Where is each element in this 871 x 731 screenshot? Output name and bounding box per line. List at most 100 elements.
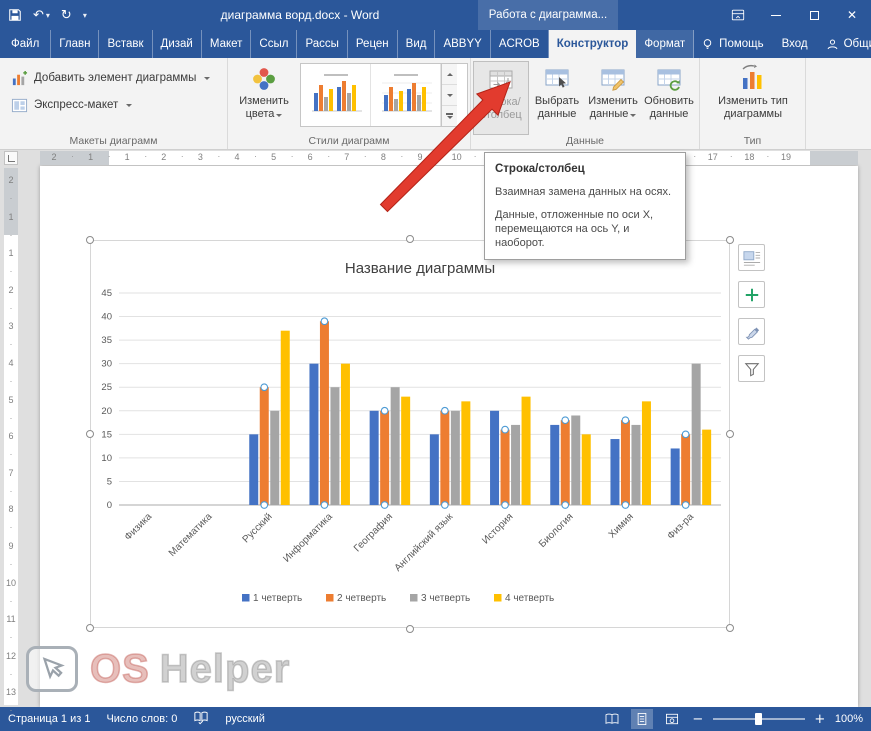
watermark-logo-box bbox=[26, 646, 78, 692]
select-data-label-1: Выбрать bbox=[535, 95, 579, 108]
tab-insert[interactable]: Вставк bbox=[99, 30, 152, 58]
app-window: ↶▾ ↻ ▾ диаграмма ворд.docx - Word Работа… bbox=[0, 0, 871, 731]
group-label-chart-layouts: Макеты диаграмм bbox=[0, 135, 227, 147]
svg-text:География: География bbox=[351, 511, 395, 555]
resize-handle-top-left[interactable] bbox=[86, 236, 94, 244]
svg-text:35: 35 bbox=[101, 335, 112, 346]
resize-handle-top-middle[interactable] bbox=[406, 235, 414, 243]
ruler-tab-selector[interactable] bbox=[4, 151, 18, 165]
watermark-text: OSHelper bbox=[90, 647, 290, 692]
tab-abbyy[interactable]: ABBYY bbox=[435, 30, 490, 58]
chart-styles-button[interactable] bbox=[738, 318, 765, 345]
svg-text:40: 40 bbox=[101, 312, 112, 323]
svg-text:25: 25 bbox=[101, 382, 112, 393]
layout-options-button[interactable] bbox=[738, 244, 765, 271]
resize-handle-bottom-right[interactable] bbox=[726, 624, 734, 632]
undo-button[interactable]: ↶▾ bbox=[33, 8, 50, 23]
status-bar-right: − + 100% bbox=[601, 709, 871, 729]
refresh-data-icon bbox=[656, 66, 682, 92]
svg-text:45: 45 bbox=[101, 288, 112, 299]
tab-home[interactable]: Главн bbox=[51, 30, 99, 58]
tell-me-button[interactable]: Помощь bbox=[694, 30, 770, 58]
tab-design[interactable]: Дизай bbox=[153, 30, 202, 58]
chart-filters-funnel-icon bbox=[744, 361, 760, 377]
tab-chart-format[interactable]: Формат bbox=[636, 30, 694, 58]
svg-text:Физика: Физика bbox=[123, 511, 155, 543]
add-chart-element-button[interactable]: Добавить элемент диаграммы bbox=[6, 67, 215, 89]
edit-data-label-1: Изменить bbox=[588, 95, 638, 108]
zoom-in-button[interactable]: + bbox=[813, 712, 827, 727]
tab-chart-design[interactable]: Конструктор bbox=[549, 30, 637, 58]
svg-text:4 четверть: 4 четверть bbox=[505, 593, 554, 604]
chevron-down-icon bbox=[204, 77, 210, 83]
resize-handle-bottom-left[interactable] bbox=[86, 624, 94, 632]
tab-layout[interactable]: Макет bbox=[202, 30, 252, 58]
print-layout-button[interactable] bbox=[631, 709, 653, 729]
web-layout-button[interactable] bbox=[661, 709, 683, 729]
tab-references[interactable]: Ссыл bbox=[251, 30, 297, 58]
word-count[interactable]: Число слов: 0 bbox=[106, 713, 177, 725]
svg-text:30: 30 bbox=[101, 359, 112, 370]
zoom-level[interactable]: 100% bbox=[835, 713, 863, 725]
maximize-icon bbox=[810, 11, 819, 20]
qat-customize-icon: ▾ bbox=[83, 11, 87, 20]
svg-text:2 четверть: 2 четверть bbox=[337, 593, 386, 604]
select-data-button[interactable]: Выбрать данные bbox=[529, 61, 585, 135]
svg-text:5: 5 bbox=[107, 476, 112, 487]
language-indicator[interactable]: русский bbox=[225, 713, 264, 725]
tab-row-right: Помощь Вход Общий доступ bbox=[694, 30, 871, 58]
resize-handle-middle-left[interactable] bbox=[86, 430, 94, 438]
sign-in-button[interactable]: Вход bbox=[775, 30, 815, 58]
save-button[interactable] bbox=[8, 8, 22, 22]
tab-acrobat[interactable]: ACROB bbox=[491, 30, 549, 58]
watermark: OSHelper bbox=[26, 646, 290, 692]
tab-file[interactable]: Файл bbox=[0, 30, 51, 58]
chart-object[interactable]: 051015202530354045Название диаграммыФизи… bbox=[90, 240, 730, 628]
chevron-down-icon bbox=[630, 114, 636, 120]
annotation-arrow bbox=[362, 66, 532, 221]
tab-mailings[interactable]: Рассы bbox=[297, 30, 347, 58]
vertical-ruler[interactable]: 2·1·1·2·3·4·5·6·7·8·9·10·11·12·13· bbox=[4, 168, 18, 705]
status-bar-left: Страница 1 из 1 Число слов: 0 русский bbox=[0, 711, 265, 728]
zoom-out-button[interactable]: − bbox=[691, 712, 705, 727]
chart-elements-button[interactable] bbox=[738, 281, 765, 308]
bar-chart[interactable]: 051015202530354045Название диаграммыФизи… bbox=[91, 241, 729, 627]
refresh-data-button[interactable]: Обновить данные bbox=[641, 61, 697, 135]
zoom-slider-thumb[interactable] bbox=[755, 713, 762, 725]
minimize-button[interactable] bbox=[757, 0, 795, 30]
close-icon: ✕ bbox=[847, 8, 857, 22]
edit-data-button[interactable]: Изменить данные bbox=[585, 61, 641, 135]
change-chart-type-label-2: диаграммы bbox=[724, 108, 782, 121]
proofing-button[interactable] bbox=[193, 711, 209, 728]
close-button[interactable]: ✕ bbox=[833, 0, 871, 30]
customize-qat-button[interactable]: ▾ bbox=[83, 11, 87, 20]
web-layout-icon bbox=[665, 713, 679, 725]
svg-text:0: 0 bbox=[107, 500, 112, 511]
change-colors-button[interactable]: Изменить цвета bbox=[232, 61, 296, 135]
document-page[interactable]: 051015202530354045Название диаграммыФизи… bbox=[40, 166, 858, 707]
tab-view[interactable]: Вид bbox=[398, 30, 436, 58]
tab-review[interactable]: Рецен bbox=[348, 30, 398, 58]
add-chart-element-label: Добавить элемент диаграммы bbox=[34, 72, 196, 84]
select-data-label-2: данные bbox=[538, 108, 577, 121]
resize-handle-middle-right[interactable] bbox=[726, 430, 734, 438]
read-mode-icon bbox=[604, 713, 620, 725]
page-indicator[interactable]: Страница 1 из 1 bbox=[8, 713, 90, 725]
svg-text:3 четверть: 3 четверть bbox=[421, 593, 470, 604]
resize-handle-top-right[interactable] bbox=[726, 236, 734, 244]
change-colors-label-2: цвета bbox=[246, 108, 275, 121]
svg-text:Физ-ра: Физ-ра bbox=[665, 511, 696, 542]
ribbon-display-options-button[interactable] bbox=[719, 0, 757, 30]
redo-button[interactable]: ↻ bbox=[61, 8, 72, 23]
change-chart-type-button[interactable]: Изменить тип диаграммы bbox=[709, 61, 797, 135]
zoom-slider[interactable] bbox=[713, 709, 805, 729]
chart-style-thumbnail-1[interactable] bbox=[301, 64, 371, 126]
chart-filters-button[interactable] bbox=[738, 355, 765, 382]
person-icon bbox=[826, 38, 839, 51]
read-mode-button[interactable] bbox=[601, 709, 623, 729]
undo-icon: ↶ bbox=[33, 8, 44, 23]
quick-layout-button[interactable]: Экспресс-макет bbox=[6, 94, 137, 116]
resize-handle-bottom-middle[interactable] bbox=[406, 625, 414, 633]
share-button[interactable]: Общий доступ bbox=[819, 30, 871, 58]
maximize-button[interactable] bbox=[795, 0, 833, 30]
